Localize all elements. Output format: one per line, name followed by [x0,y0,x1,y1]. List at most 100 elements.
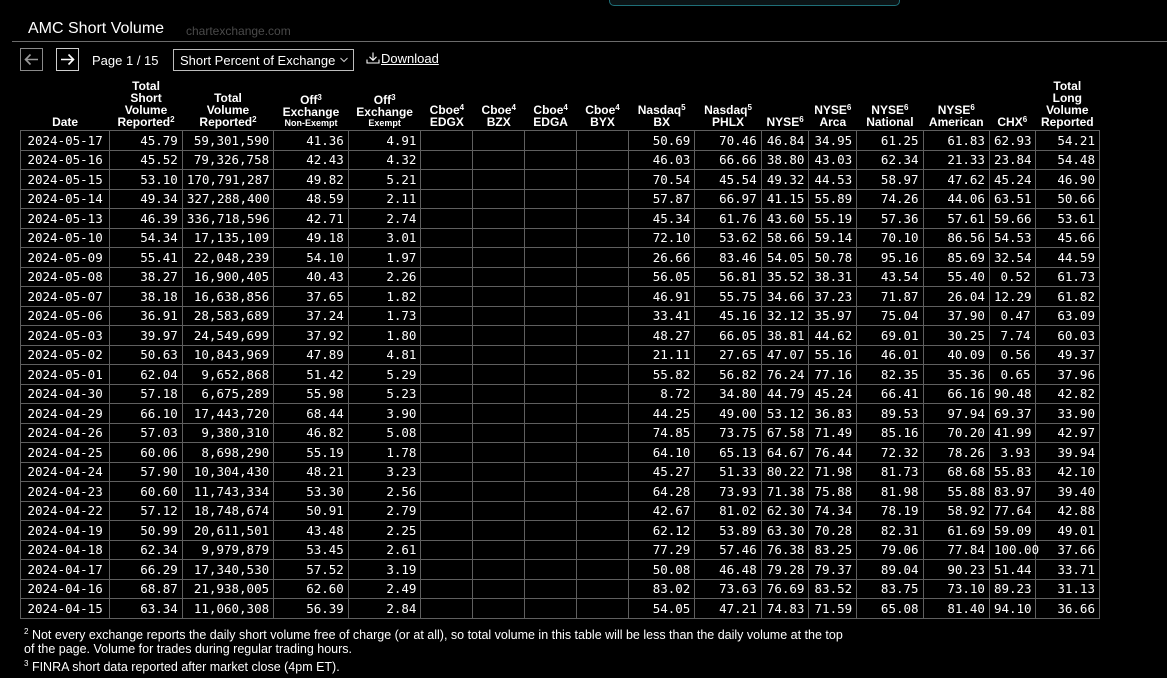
col-header-nasdaq-bx[interactable]: Nasdaq5 BX [628,80,694,131]
value-cell: 30.25 [922,325,990,346]
next-page-button[interactable] [56,48,79,71]
value-cell [420,403,474,424]
col-header-cboe-edgx[interactable]: Cboe4 EDGX [421,80,473,131]
value-cell: 77.64 [988,500,1036,521]
value-cell: 57.36 [856,208,924,229]
value-cell: 46.01 [856,344,924,365]
value-cell: 47.21 [694,598,762,619]
table-row: 2024-05-17 45.79 59,301,590 41.36 4.91 50.69 7… [19,130,1101,151]
top-panel-edge [609,0,900,6]
value-cell [420,598,474,619]
value-cell: 1.97 [347,247,422,268]
value-cell [420,461,474,482]
value-cell: 50.66 [1034,188,1101,209]
col-header-nyse-arca[interactable]: NYSE6 Arca [809,80,857,131]
value-cell: 55.41 [109,247,183,268]
table-row: 2024-05-07 38.18 16,638,856 37.65 1.82 46.91 5… [19,286,1101,307]
value-cell: 62.93 [988,130,1036,151]
col-header-nyse[interactable]: NYSE6 [761,80,809,131]
value-cell: 57.03 [109,422,183,443]
value-cell: 50.91 [273,500,349,521]
metric-select[interactable]: Short Percent of Exchange [173,49,354,71]
value-cell [524,208,578,229]
value-cell: 55.40 [922,266,990,287]
value-cell [576,383,629,404]
value-cell: 12.29 [988,286,1036,307]
col-header-chx[interactable]: CHX6 [989,80,1035,131]
date-cell: 2024-05-10 [19,227,111,248]
value-cell: 60.60 [109,481,183,502]
value-cell [524,578,578,599]
value-cell: 71.38 [760,481,810,502]
value-cell: 3.01 [347,227,422,248]
value-cell [420,286,474,307]
col-header-cboe-byx[interactable]: Cboe4 BYX [577,80,629,131]
value-cell [524,481,578,502]
value-cell: 3.93 [988,442,1036,463]
col-header-nyse-american[interactable]: NYSE6 American [923,80,989,131]
value-cell: 21.33 [922,149,990,170]
value-cell: 90.48 [988,383,1036,404]
value-cell: 56.05 [627,266,696,287]
value-cell: 39.94 [1034,442,1101,463]
value-cell: 63.34 [109,598,183,619]
download-link[interactable]: Download [366,51,439,66]
value-cell: 61.82 [1034,286,1101,307]
value-cell: 50.69 [627,130,696,151]
value-cell: 45.52 [109,149,183,170]
value-cell: 40.43 [273,266,349,287]
value-cell: 73.93 [694,481,762,502]
date-cell: 2024-04-30 [19,383,111,404]
value-cell [576,500,629,521]
value-cell: 48.21 [273,461,349,482]
col-header-cboe-edga[interactable]: Cboe4 EDGA [525,80,577,131]
value-cell: 42.97 [1034,422,1101,443]
value-cell: 69.37 [988,403,1036,424]
prev-page-button[interactable] [20,48,43,71]
col-header-nyse-national[interactable]: NYSE6 National [857,80,923,131]
value-cell: 56.81 [694,266,762,287]
value-cell: 43.03 [808,149,858,170]
value-cell [420,481,474,502]
value-cell: 44.06 [922,188,990,209]
col-header-total-volume[interactable]: Total Volume Reported2 [182,80,273,131]
value-cell: 70.20 [922,422,990,443]
value-cell: 89.53 [856,403,924,424]
value-cell [472,442,526,463]
value-cell: 70.28 [808,520,858,541]
table-row: 2024-05-15 53.10 170,791,287 49.82 5.21 70.54… [19,169,1101,190]
col-header-nasdaq-phlx[interactable]: Nasdaq5 PHLX [695,80,761,131]
value-cell: 16,900,405 [181,266,275,287]
table-row: 2024-04-22 57.12 18,748,674 50.91 2.79 42.67 8… [19,500,1101,521]
value-cell: 68.68 [922,461,990,482]
value-cell: 55.82 [627,364,696,385]
value-cell [420,364,474,385]
table-body: 2024-05-17 45.79 59,301,590 41.36 4.91 50.69 7… [19,130,1101,619]
value-cell: 78.19 [856,500,924,521]
value-cell: 72.10 [627,227,696,248]
value-cell: 53.89 [694,520,762,541]
value-cell: 0.56 [988,344,1036,365]
value-cell: 55.88 [922,481,990,502]
col-header-cboe-bzx[interactable]: Cboe4 BZX [473,80,525,131]
value-cell: 53.61 [1034,208,1101,229]
value-cell: 28,583,689 [181,305,275,326]
value-cell: 5.29 [347,364,422,385]
value-cell [420,169,474,190]
value-cell: 33.71 [1034,559,1101,580]
value-cell: 42.43 [273,149,349,170]
value-cell: 1.78 [347,442,422,463]
value-cell: 63.09 [1034,305,1101,326]
value-cell [472,598,526,619]
value-cell: 36.66 [1034,598,1101,619]
value-cell [472,325,526,346]
value-cell: 62.30 [760,500,810,521]
col-header-total-short-volume[interactable]: Total Short Volume Reported2 [110,80,183,131]
table-row: 2024-05-02 50.63 10,843,969 47.89 4.81 21.11 2… [19,344,1101,365]
date-cell: 2024-05-09 [19,247,111,268]
date-cell: 2024-04-19 [19,520,111,541]
col-header-total-long-volume[interactable]: Total Long Volume Reported [1035,80,1099,131]
col-header-off-exchange-non-exempt[interactable]: Off3 Exchange Non-Exempt [274,80,349,131]
col-header-date[interactable]: Date [21,80,110,131]
col-header-off-exchange-exempt[interactable]: Off3 Exchange Exempt [348,80,421,131]
